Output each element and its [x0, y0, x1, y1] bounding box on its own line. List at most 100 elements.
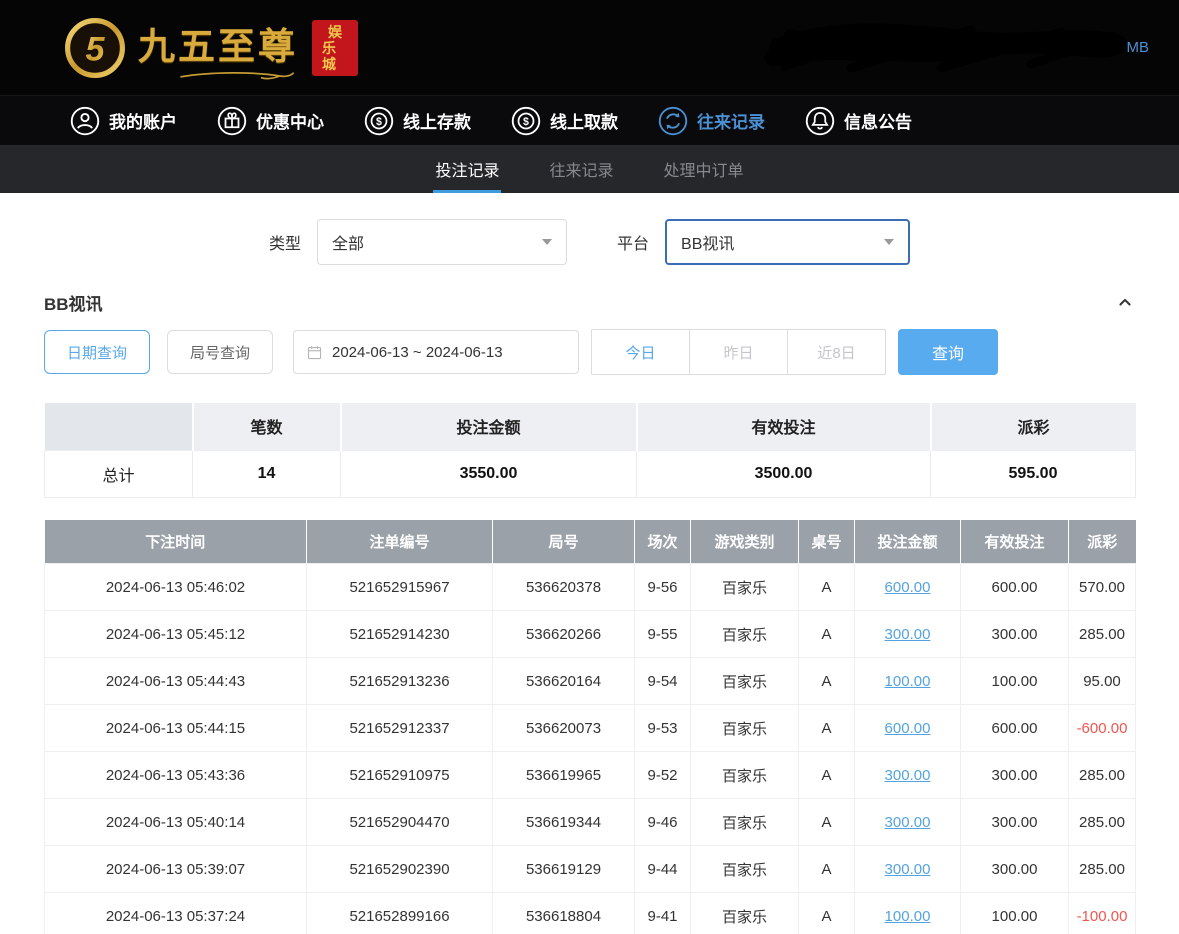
cell-session: 9-54: [635, 658, 691, 705]
summary-header-blank: [45, 403, 193, 450]
col-header-valid-bet: 有效投注: [961, 520, 1069, 564]
cell-bet-amount: 100.00: [855, 658, 961, 705]
platform-select[interactable]: BB视讯: [665, 219, 910, 265]
user-icon: [70, 106, 100, 136]
type-select-value: 全部: [332, 230, 364, 254]
cell-bet-amount: 600.00: [855, 705, 961, 752]
cell-round-number: 536620073: [493, 705, 635, 752]
cell-table: A: [799, 658, 855, 705]
deposit-coin-icon: $: [364, 106, 394, 136]
cell-table: A: [799, 799, 855, 846]
date-range-input[interactable]: 2024-06-13 ~ 2024-06-13: [293, 330, 579, 374]
cell-payout: 95.00: [1069, 658, 1136, 705]
collapse-section-button[interactable]: [1115, 292, 1135, 312]
cell-bet-number: 521652902390: [307, 846, 493, 893]
nav-item-announcements[interactable]: 信息公告: [805, 106, 912, 136]
cell-session: 9-55: [635, 611, 691, 658]
bet-table-header-row: 下注时间 注单编号 局号 场次 游戏类别 桌号 投注金额 有效投注 派彩: [45, 520, 1136, 564]
last-8-days-button[interactable]: 近8日: [787, 329, 886, 375]
cell-round-number: 536619129: [493, 846, 635, 893]
cell-payout: -100.00: [1069, 893, 1136, 934]
nav-item-label: 线上存款: [403, 108, 471, 133]
redaction-scribble: [761, 18, 1131, 78]
yesterday-button[interactable]: 昨日: [689, 329, 788, 375]
nav-item-withdraw[interactable]: $ 线上取款: [511, 106, 618, 136]
site-logo[interactable]: 5 九五至尊 娱乐城: [64, 16, 358, 80]
bet-amount-link[interactable]: 300.00: [885, 814, 931, 831]
withdraw-coin-icon: $: [511, 106, 541, 136]
cell-bet-amount: 100.00: [855, 893, 961, 934]
summary-header-row: 笔数 投注金额 有效投注 派彩: [45, 403, 1136, 450]
logo-badge: 娱乐城: [312, 20, 358, 76]
bet-amount-link[interactable]: 600.00: [885, 579, 931, 596]
payout-value: 285.00: [1079, 626, 1125, 643]
search-button[interactable]: 查询: [898, 329, 998, 375]
cell-bet-time: 2024-06-13 05:45:12: [45, 611, 307, 658]
cell-bet-time: 2024-06-13 05:44:43: [45, 658, 307, 705]
payout-value: 570.00: [1079, 579, 1125, 596]
cell-bet-number: 521652910975: [307, 752, 493, 799]
cell-bet-time: 2024-06-13 05:46:02: [45, 564, 307, 611]
logo-title: 九五至尊: [138, 26, 298, 67]
nav-item-deposit[interactable]: $ 线上存款: [364, 106, 471, 136]
svg-text:$: $: [523, 116, 529, 128]
section-title: BB视讯: [44, 290, 103, 315]
cell-round-number: 536618804: [493, 893, 635, 934]
calendar-icon: [306, 344, 323, 361]
cell-payout: -600.00: [1069, 705, 1136, 752]
nav-item-my-account[interactable]: 我的账户: [70, 106, 177, 136]
round-query-button[interactable]: 局号查询: [167, 330, 273, 374]
cell-bet-amount: 300.00: [855, 846, 961, 893]
payout-value: 95.00: [1083, 673, 1121, 690]
cell-round-number: 536620266: [493, 611, 635, 658]
type-label: 类型: [269, 230, 301, 254]
tab-transaction-records[interactable]: 往来记录: [547, 145, 615, 193]
bet-amount-link[interactable]: 100.00: [885, 908, 931, 925]
cell-session: 9-53: [635, 705, 691, 752]
cell-game-type: 百家乐: [691, 658, 799, 705]
date-query-button[interactable]: 日期查询: [44, 330, 150, 374]
payout-value: 285.00: [1079, 767, 1125, 784]
cell-bet-amount: 300.00: [855, 752, 961, 799]
cell-bet-amount: 300.00: [855, 799, 961, 846]
payout-value: -100.00: [1077, 908, 1128, 925]
table-row: 2024-06-13 05:39:07 521652902390 5366191…: [45, 846, 1136, 893]
cell-table: A: [799, 752, 855, 799]
logo-flourish-icon: [172, 70, 302, 82]
cell-valid-bet: 600.00: [961, 564, 1069, 611]
bet-amount-link[interactable]: 300.00: [885, 626, 931, 643]
bet-amount-link[interactable]: 600.00: [885, 720, 931, 737]
nav-item-promotions[interactable]: 优惠中心: [217, 106, 324, 136]
col-header-session: 场次: [635, 520, 691, 564]
cell-round-number: 536619344: [493, 799, 635, 846]
tab-processing-orders[interactable]: 处理中订单: [662, 145, 746, 193]
payout-value: 285.00: [1079, 861, 1125, 878]
summary-total-label: 总计: [45, 450, 193, 497]
summary-total-row: 总计 14 3550.00 3500.00 595.00: [45, 450, 1136, 497]
top-header: 5 九五至尊 娱乐城 MB: [0, 0, 1179, 95]
nav-item-transaction-records[interactable]: 往来记录: [658, 106, 765, 136]
bet-amount-link[interactable]: 300.00: [885, 861, 931, 878]
tab-betting-records[interactable]: 投注记录: [433, 145, 501, 193]
chevron-down-icon: [542, 239, 552, 245]
today-button[interactable]: 今日: [591, 329, 690, 375]
platform-label: 平台: [617, 230, 649, 254]
transfer-records-icon: [658, 106, 688, 136]
table-row: 2024-06-13 05:43:36 521652910975 5366199…: [45, 752, 1136, 799]
bet-amount-link[interactable]: 100.00: [885, 673, 931, 690]
col-header-round-number: 局号: [493, 520, 635, 564]
chevron-down-icon: [884, 239, 894, 245]
quick-date-group: 今日 昨日 近8日: [591, 329, 886, 375]
type-select[interactable]: 全部: [317, 219, 567, 265]
cell-game-type: 百家乐: [691, 846, 799, 893]
bet-table: 下注时间 注单编号 局号 场次 游戏类别 桌号 投注金额 有效投注 派彩 202…: [44, 520, 1136, 934]
cell-round-number: 536620378: [493, 564, 635, 611]
bet-amount-link[interactable]: 300.00: [885, 767, 931, 784]
col-header-table: 桌号: [799, 520, 855, 564]
cell-bet-number: 521652899166: [307, 893, 493, 934]
cell-payout: 285.00: [1069, 752, 1136, 799]
svg-text:$: $: [376, 116, 382, 128]
cell-table: A: [799, 846, 855, 893]
table-row: 2024-06-13 05:44:15 521652912337 5366200…: [45, 705, 1136, 752]
nav-item-label: 我的账户: [109, 108, 177, 133]
